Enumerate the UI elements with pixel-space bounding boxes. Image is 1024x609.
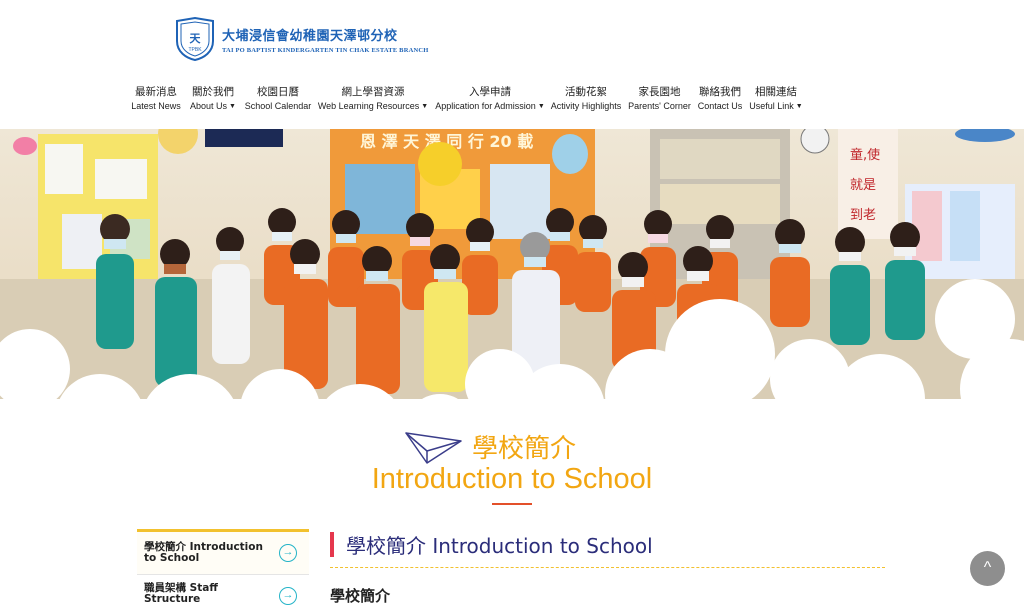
chevron-down-icon: ▼: [537, 103, 545, 110]
page-title: 學校簡介 Introduction to School: [346, 534, 653, 558]
nav-label-cn: 網上學習資源: [341, 86, 405, 98]
nav-item-latest-news[interactable]: 最新消息 Latest News: [130, 85, 182, 113]
title-accent-bar: [330, 532, 334, 557]
school-crest-icon: 天 TPBK: [176, 17, 214, 61]
nav-label-cn: 入學申請: [469, 86, 511, 98]
chevron-down-icon: ▼: [795, 103, 803, 110]
side-menu: 學校簡介 Introduction to School → 職員架構 Staff…: [137, 529, 309, 609]
nav-label-en: Useful Link: [749, 101, 794, 111]
main-nav: 最新消息 Latest News 關於我們 About Us ▼ 校園日曆 Sch…: [0, 85, 1024, 115]
side-item-introduction[interactable]: 學校簡介 Introduction to School →: [137, 529, 309, 575]
svg-text:到老: 到老: [850, 208, 876, 223]
side-item-label: 職員架構 Staff Structure: [144, 582, 218, 605]
nav-item-web-learning[interactable]: 網上學習資源 Web Learning Resources ▼: [317, 85, 429, 114]
title-divider: [330, 567, 885, 568]
nav-item-contact-us[interactable]: 聯絡我們 Contact Us: [696, 85, 744, 113]
site-header: 天 TPBK 大埔浸信會幼稚園天澤邨分校 TAI PO BAPTIST KIND…: [0, 0, 1024, 129]
nav-item-parents-corner[interactable]: 家長園地 Parents' Corner: [627, 85, 692, 113]
nav-label-cn: 家長園地: [638, 86, 681, 98]
nav-label-en: Application for Admission: [435, 101, 536, 111]
nav-label-en: Parents' Corner: [628, 101, 691, 111]
school-logo[interactable]: 天 TPBK 大埔浸信會幼稚園天澤邨分校 TAI PO BAPTIST KIND…: [174, 17, 429, 61]
circle-arrow-right-icon: →: [279, 587, 297, 605]
title-underline: [492, 503, 532, 505]
circle-arrow-right-icon: →: [279, 544, 297, 562]
nav-label-en: Web Learning Resources: [317, 101, 420, 111]
nav-item-school-calendar[interactable]: 校園日曆 School Calendar: [244, 85, 312, 113]
nav-label-cn: 校園日曆: [257, 86, 299, 98]
chevron-up-icon: ^: [983, 559, 992, 576]
nav-label-en: School Calendar: [244, 101, 312, 111]
nav-label-en: About Us: [190, 101, 228, 111]
hero-banner: 恩 澤 天 澤 同 行 20 載 童,使 就是 到老: [0, 129, 1024, 419]
nav-label-en: Activity Highlights: [550, 101, 622, 111]
nav-label-en: Latest News: [131, 101, 181, 111]
section-title-cn: 學校簡介: [472, 434, 577, 464]
school-name-cn: 大埔浸信會幼稚園天澤邨分校: [222, 28, 398, 44]
nav-item-about-us[interactable]: 關於我們 About Us ▼: [187, 85, 239, 114]
nav-label-en: Contact Us: [697, 101, 743, 111]
nav-label-cn: 活動花絮: [565, 86, 607, 98]
svg-text:就是: 就是: [850, 178, 876, 193]
nav-item-useful-link[interactable]: 相關連結 Useful Link ▼: [748, 85, 804, 114]
side-item-staff-structure[interactable]: 職員架構 Staff Structure →: [137, 575, 309, 609]
nav-item-admission[interactable]: 入學申請 Application for Admission ▼: [434, 85, 546, 114]
nav-label-cn: 相關連結: [755, 86, 797, 98]
chevron-down-icon: ▼: [229, 103, 236, 110]
nav-label-cn: 關於我們: [192, 86, 234, 98]
back-to-top-button[interactable]: ^: [970, 551, 1005, 586]
paper-plane-icon: [405, 432, 462, 464]
crest-text: TPBK: [188, 47, 202, 53]
nav-label-cn: 聯絡我們: [699, 86, 741, 98]
svg-text:天: 天: [190, 32, 202, 45]
content-subtitle: 學校簡介: [330, 587, 391, 605]
school-name-en: TAI PO BAPTIST KINDERGARTEN TIN CHAK EST…: [222, 46, 429, 54]
side-item-label: 學校簡介 Introduction to School: [144, 541, 263, 564]
nav-label-cn: 最新消息: [135, 86, 177, 98]
svg-text:童,使: 童,使: [850, 147, 880, 163]
chevron-down-icon: ▼: [421, 103, 429, 110]
nav-item-activity-highlights[interactable]: 活動花絮 Activity Highlights: [550, 85, 622, 113]
staff-group-photo: 恩 澤 天 澤 同 行 20 載 童,使 就是 到老: [0, 129, 1024, 419]
section-title-en: Introduction to School: [371, 463, 653, 495]
